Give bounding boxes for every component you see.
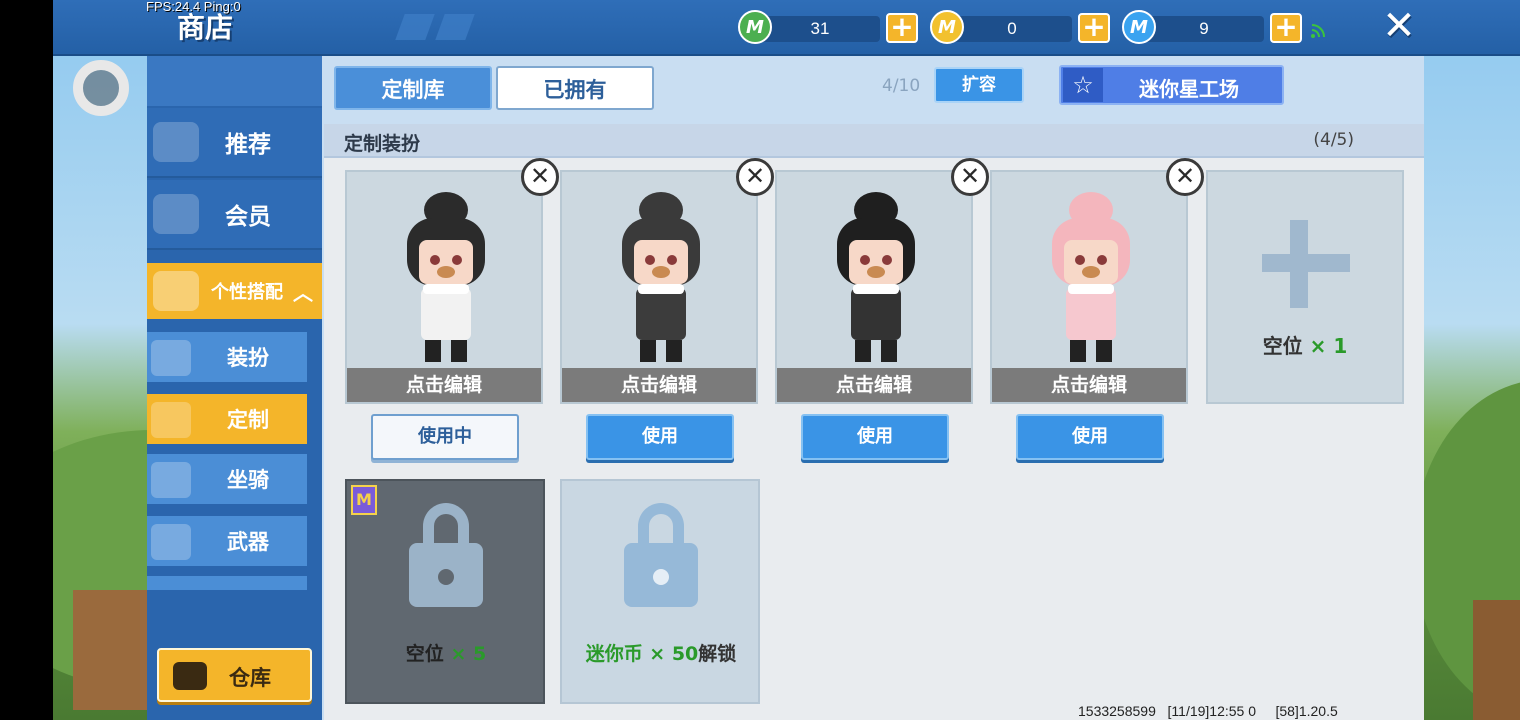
wifi-signal-icon bbox=[1311, 24, 1325, 38]
expand-capacity-button[interactable]: 扩容 bbox=[934, 67, 1024, 103]
section-count: (4/5) bbox=[1313, 130, 1354, 150]
sidebar-header bbox=[147, 56, 322, 106]
edit-button[interactable]: 点击编辑 bbox=[562, 368, 756, 402]
custom-icon bbox=[151, 402, 191, 438]
sidebar-item-label: 定制 bbox=[227, 408, 269, 432]
delete-icon[interactable]: ✕ bbox=[951, 158, 989, 196]
record-button[interactable] bbox=[73, 60, 129, 116]
thumbs-up-icon bbox=[153, 122, 199, 162]
warehouse-button[interactable]: 仓库 bbox=[157, 648, 312, 702]
sidebar-item-label: 会员 bbox=[225, 204, 271, 230]
lock-keyhole bbox=[438, 569, 454, 585]
tab-library[interactable]: 定制库 bbox=[334, 66, 492, 110]
currency-value: 31 bbox=[760, 16, 880, 42]
add-gems-button[interactable]: + bbox=[886, 13, 918, 43]
sidebar-item-recommend[interactable]: 推荐 bbox=[147, 108, 322, 178]
sidebar-item-vip[interactable]: 会员 bbox=[147, 180, 322, 250]
sidebar-item-outfit[interactable]: 装扮 bbox=[147, 332, 307, 384]
warehouse-label: 仓库 bbox=[229, 666, 271, 690]
currency-coins: 0 M + bbox=[930, 10, 1130, 44]
avatar-preview bbox=[407, 192, 485, 362]
capacity-counter: 4/10 bbox=[882, 76, 921, 96]
sidebar-item-mount[interactable]: 坐骑 bbox=[147, 454, 307, 506]
gun-icon bbox=[151, 524, 191, 560]
section-header: 定制装扮 (4/5) bbox=[324, 124, 1424, 158]
chevron-up-icon: ︿ bbox=[293, 281, 313, 305]
sidebar-item-label: 推荐 bbox=[225, 132, 271, 158]
sidebar-item-personal-style[interactable]: 个性搭配 ︿ bbox=[147, 263, 322, 319]
edit-button[interactable]: 点击编辑 bbox=[992, 368, 1186, 402]
outfit-card[interactable]: 点击编辑 ✕ bbox=[990, 158, 1204, 404]
mini-coin-icon: M bbox=[930, 10, 964, 44]
locked-slot-label: 空位 × 5 bbox=[405, 643, 487, 665]
locked-slot-vip[interactable]: M 空位 × 5 bbox=[345, 479, 545, 704]
add-coins-button[interactable]: + bbox=[1078, 13, 1110, 43]
locked-slot-coin-unlock[interactable]: 迷你币 × 50解锁 bbox=[560, 479, 760, 704]
avatar-preview bbox=[622, 192, 700, 362]
sidebar-item-label: 坐骑 bbox=[227, 468, 269, 492]
outfit-card[interactable]: 点击编辑 ✕ bbox=[775, 158, 989, 404]
section-title: 定制装扮 bbox=[344, 133, 421, 155]
mini-bean-icon: M bbox=[1122, 10, 1156, 44]
sidebar-item-partial bbox=[147, 576, 307, 592]
lock-keyhole bbox=[653, 569, 669, 585]
outfit-card[interactable]: 点击编辑 ✕ bbox=[345, 158, 559, 404]
version-info: 1533258599 [11/19]12:55 0 [58]1.20.5 bbox=[1078, 703, 1338, 719]
sidebar-item-weapon[interactable]: 武器 bbox=[147, 516, 307, 568]
add-beans-button[interactable]: + bbox=[1270, 13, 1302, 43]
star-icon: ☆ bbox=[1063, 68, 1103, 102]
currency-value: 9 bbox=[1144, 16, 1264, 42]
mount-icon bbox=[151, 462, 191, 498]
avatar-preview bbox=[837, 192, 915, 362]
close-icon[interactable]: ✕ bbox=[1377, 4, 1421, 48]
use-button[interactable]: 使用 bbox=[586, 414, 734, 460]
plus-icon-bar bbox=[1262, 254, 1350, 272]
mini-workshop-button[interactable]: ☆ 迷你星工场 bbox=[1059, 65, 1284, 105]
trophy-icon bbox=[153, 271, 199, 311]
sidebar-item-label: 装扮 bbox=[227, 346, 269, 370]
edit-button[interactable]: 点击编辑 bbox=[347, 368, 541, 402]
tab-owned[interactable]: 已拥有 bbox=[496, 66, 654, 110]
delete-icon[interactable]: ✕ bbox=[736, 158, 774, 196]
edit-button[interactable]: 点击编辑 bbox=[777, 368, 971, 402]
delete-icon[interactable]: ✕ bbox=[1166, 158, 1204, 196]
main-panel: 定制库 已拥有 4/10 扩容 ☆ 迷你星工场 定制装扮 (4/5) 点击编辑 … bbox=[322, 56, 1424, 720]
green-gem-icon: M bbox=[738, 10, 772, 44]
unlock-price-label: 迷你币 × 50解锁 bbox=[585, 643, 737, 665]
sidebar: 推荐 会员 个性搭配 ︿ 装扮 定制 坐骑 武器 仓库 bbox=[147, 56, 322, 720]
sidebar-item-label: 个性搭配 bbox=[211, 282, 283, 303]
vip-icon bbox=[153, 194, 199, 234]
content-area: 定制装扮 (4/5) 点击编辑 ✕ 点击编辑 ✕ 点击编辑 ✕ 点击编辑 ✕ 使… bbox=[324, 124, 1424, 720]
currency-beans: 9 M + bbox=[1122, 10, 1322, 44]
outfit-card[interactable]: 点击编辑 ✕ bbox=[560, 158, 774, 404]
page-title: 商店 bbox=[177, 11, 234, 44]
use-button[interactable]: 使用 bbox=[1016, 414, 1164, 460]
currency-gems: 31 M + bbox=[738, 10, 938, 44]
empty-slot-label: 空位 × 1 bbox=[1262, 334, 1348, 358]
use-button[interactable]: 使用 bbox=[801, 414, 949, 460]
empty-slot-card[interactable]: 空位 × 1 bbox=[1206, 170, 1404, 404]
workshop-label: 迷你星工场 bbox=[1139, 77, 1239, 101]
vip-badge-icon: M bbox=[351, 485, 377, 515]
avatar-preview bbox=[1052, 192, 1130, 362]
in-use-button[interactable]: 使用中 bbox=[371, 414, 519, 460]
chest-icon bbox=[173, 662, 207, 690]
delete-icon[interactable]: ✕ bbox=[521, 158, 559, 196]
sidebar-item-custom[interactable]: 定制 bbox=[147, 394, 307, 446]
currency-value: 0 bbox=[952, 16, 1072, 42]
sidebar-item-label: 武器 bbox=[227, 530, 269, 554]
shirt-icon bbox=[151, 340, 191, 376]
left-black-bar bbox=[0, 0, 53, 720]
